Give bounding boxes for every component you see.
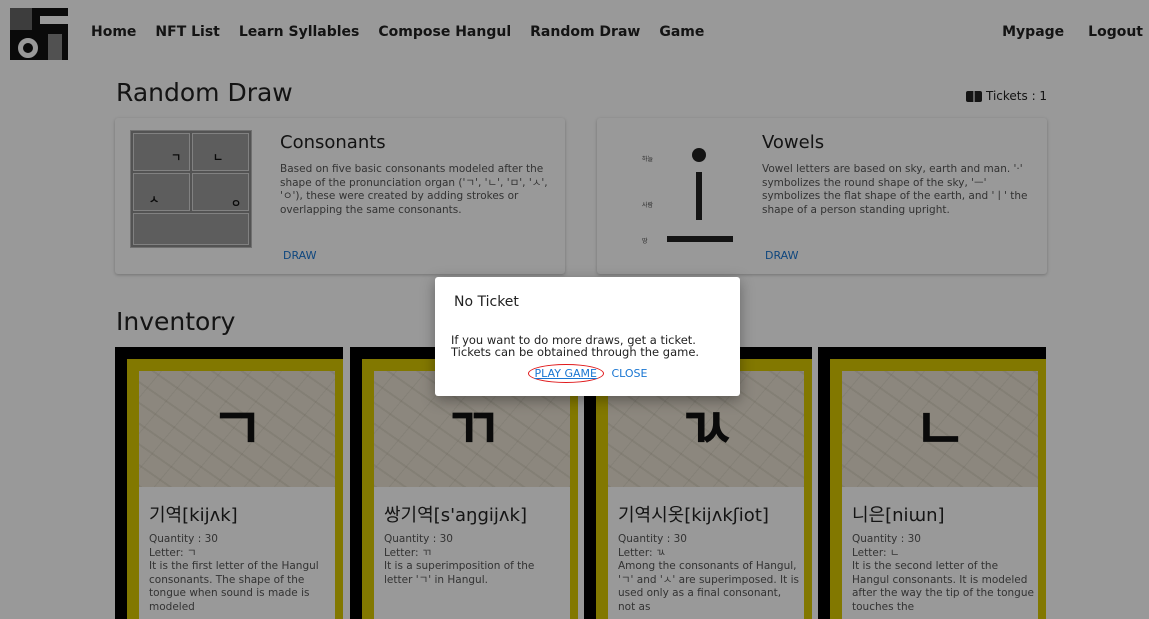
dialog-message: If you want to do more draws, get a tick… [451, 334, 731, 358]
play-game-button[interactable]: PLAY GAME [527, 364, 604, 383]
dialog-message-line: Tickets can be obtained through the game… [451, 345, 700, 359]
dialog-title: No Ticket [454, 294, 519, 310]
no-ticket-dialog: No Ticket If you want to do more draws, … [435, 277, 740, 396]
dialog-actions: PLAY GAME CLOSE [435, 364, 740, 383]
close-button[interactable]: CLOSE [611, 367, 647, 380]
